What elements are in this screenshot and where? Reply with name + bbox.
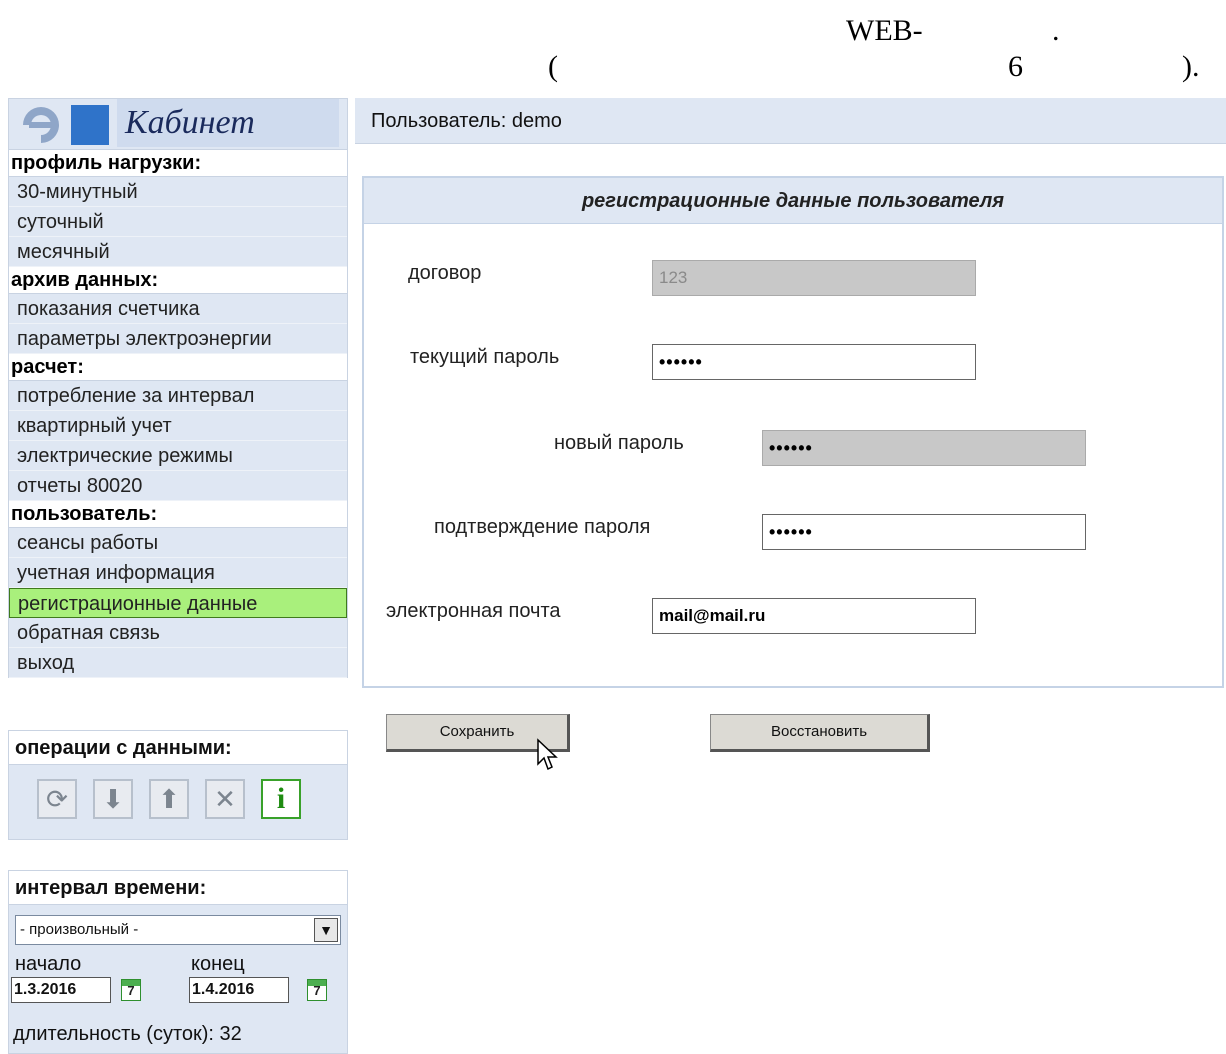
caption-number: 6 [1008, 50, 1023, 83]
mouse-cursor-icon [537, 738, 558, 771]
registration-form: регистрационные данные пользователя дого… [362, 176, 1224, 688]
interval-title: интервал времени: [9, 871, 347, 905]
menu-item-registration-data[interactable]: регистрационные данные [9, 588, 347, 618]
end-label: конец [191, 953, 245, 975]
section-load-profile: профиль нагрузки: [9, 150, 347, 177]
menu-item-logout[interactable]: выход [9, 648, 347, 678]
calendar-icon[interactable]: 7 [307, 979, 327, 1001]
caption-dot: . [1052, 14, 1060, 47]
caption-open-paren: ( [548, 50, 558, 83]
menu-item-monthly[interactable]: месячный [9, 237, 347, 267]
user-label: Пользователь: demo [371, 110, 562, 132]
operations-icons: ⟳ ⬇ ⬆ ✕ i [9, 765, 347, 819]
current-password-label: текущий пароль [410, 346, 560, 368]
menu-item-electric-modes[interactable]: электрические режимы [9, 441, 347, 471]
caption-close-paren: ). [1182, 50, 1200, 83]
chevron-down-icon[interactable]: ▼ [314, 918, 338, 942]
email-label: электронная почта [386, 600, 561, 622]
section-data-archive: архив данных: [9, 267, 347, 294]
logo-text: Кабинет [117, 99, 339, 147]
new-password-label: новый пароль [554, 432, 684, 454]
download-icon[interactable]: ⬇ [93, 779, 133, 819]
section-user: пользователь: [9, 501, 347, 528]
menu-item-interval-consumption[interactable]: потребление за интервал [9, 381, 347, 411]
interval-select-value: - произвольный - [20, 921, 139, 938]
duration-text: длительность (суток): 32 [13, 1023, 242, 1045]
contract-label: договор [408, 262, 482, 284]
sidebar-menu: профиль нагрузки: 30-минутный суточный м… [8, 150, 348, 678]
menu-item-account-info[interactable]: учетная информация [9, 558, 347, 588]
menu-item-daily[interactable]: суточный [9, 207, 347, 237]
caption-web: WEB- [846, 14, 923, 47]
menu-item-power-params[interactable]: параметры электроэнергии [9, 324, 347, 354]
form-title: регистрационные данные пользователя [364, 178, 1222, 224]
current-password-field[interactable]: •••••• [652, 344, 976, 380]
start-date-input[interactable]: 1.3.2016 [11, 977, 111, 1003]
menu-item-sessions[interactable]: сеансы работы [9, 528, 347, 558]
excel-icon[interactable]: ✕ [205, 779, 245, 819]
menu-item-reports-80020[interactable]: отчеты 80020 [9, 471, 347, 501]
new-password-field[interactable]: •••••• [762, 430, 1086, 466]
menu-item-meter-readings[interactable]: показания счетчика [9, 294, 347, 324]
contract-field: 123 [652, 260, 976, 296]
logo: Кабинет [8, 98, 348, 150]
operations-panel: операции с данными: ⟳ ⬇ ⬆ ✕ i [8, 730, 348, 840]
end-date-input[interactable]: 1.4.2016 [189, 977, 289, 1003]
email-field[interactable]: mail@mail.ru [652, 598, 976, 634]
interval-panel: интервал времени: - произвольный - ▼ нач… [8, 870, 348, 1054]
operations-title: операции с данными: [9, 731, 347, 765]
confirm-password-label: подтверждение пароля [434, 516, 651, 538]
restore-button[interactable]: Восстановить [710, 714, 930, 752]
sidebar: Кабинет профиль нагрузки: 30-минутный су… [8, 98, 348, 678]
upload-icon[interactable]: ⬆ [149, 779, 189, 819]
menu-item-apartment-accounting[interactable]: квартирный учет [9, 411, 347, 441]
start-label: начало [15, 953, 82, 975]
logo-e-icon [23, 105, 109, 145]
refresh-icon[interactable]: ⟳ [37, 779, 77, 819]
interval-select[interactable]: - произвольный - ▼ [15, 915, 341, 945]
calendar-icon[interactable]: 7 [121, 979, 141, 1001]
menu-item-feedback[interactable]: обратная связь [9, 618, 347, 648]
section-calculation: расчет: [9, 354, 347, 381]
info-icon[interactable]: i [261, 779, 301, 819]
user-bar: Пользователь: demo [355, 98, 1226, 144]
menu-item-30min[interactable]: 30-минутный [9, 177, 347, 207]
confirm-password-field[interactable]: •••••• [762, 514, 1086, 550]
